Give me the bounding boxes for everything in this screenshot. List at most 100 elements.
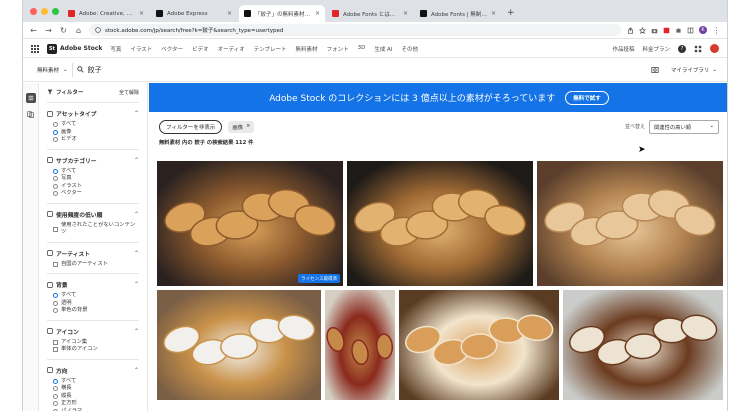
filter-section-header[interactable]: アーティスト ⌃ — [47, 249, 139, 258]
chevron-up-icon[interactable]: ⌃ — [134, 110, 139, 117]
bookmark-star-icon[interactable] — [639, 26, 646, 34]
filter-section-header[interactable]: 使用頻度の低い順 ⌃ — [47, 210, 139, 219]
header-nav-item[interactable]: その他 — [401, 45, 418, 53]
checkbox[interactable] — [53, 347, 58, 353]
filter-section-header[interactable]: アイコン ⌃ — [47, 327, 139, 336]
checkbox[interactable] — [53, 339, 58, 345]
header-nav-item[interactable]: 3D — [358, 45, 366, 53]
header-nav-item[interactable]: ベクター — [161, 45, 183, 53]
filter-option[interactable]: 透明 — [47, 300, 139, 308]
help-icon[interactable]: ? — [678, 44, 686, 53]
filter-option[interactable]: パノラマ — [47, 408, 139, 411]
header-nav-item[interactable]: ビデオ — [192, 45, 209, 53]
checkbox[interactable] — [53, 226, 58, 232]
header-nav-item[interactable]: イラスト — [130, 45, 152, 53]
filter-option[interactable]: イラスト — [47, 183, 139, 191]
radio-button[interactable] — [53, 168, 58, 174]
header-nav-item[interactable]: オーディオ — [218, 45, 245, 53]
stock-photo-gyoza-on-dark-plate[interactable] — [347, 161, 533, 286]
radio-button[interactable] — [53, 176, 58, 182]
puzzle-extensions-icon[interactable] — [675, 27, 682, 34]
radio-button[interactable] — [53, 129, 58, 135]
close-tab-icon[interactable]: × — [227, 10, 232, 17]
free-trial-button[interactable]: 無料で試す — [565, 90, 609, 105]
browser-profile-avatar[interactable]: K — [699, 26, 707, 34]
filter-option[interactable]: 写真 — [47, 175, 139, 183]
radio-button[interactable] — [53, 122, 58, 128]
close-icon[interactable]: × — [246, 123, 250, 131]
search-scope-dropdown[interactable]: 無料素材 ⌄ — [33, 62, 73, 77]
radio-button[interactable] — [53, 393, 58, 399]
chevron-up-icon[interactable]: ⌃ — [134, 211, 139, 218]
visual-search-icon[interactable] — [651, 66, 659, 74]
filter-option[interactable]: すべて — [47, 292, 139, 300]
radio-button[interactable] — [53, 300, 58, 306]
browser-tab[interactable]: 「餃子」の無料素材 - 112 件の × — [239, 5, 325, 22]
header-nav-item[interactable]: テンプレート — [254, 45, 287, 53]
app-switcher-icon[interactable] — [31, 44, 39, 53]
browser-tab[interactable]: Adobe: Creative, marketing and × — [63, 5, 149, 22]
filter-option[interactable]: 縦長 — [47, 393, 139, 401]
camera-extension-icon[interactable] — [651, 27, 658, 34]
stock-photo-gyoza-on-white-plate[interactable] — [157, 290, 321, 400]
stock-photo-gyoza-on-wooden-plate[interactable]: ライセンス取得済 — [157, 161, 343, 286]
back-icon[interactable]: ← — [29, 26, 38, 35]
filter-section-header[interactable]: 方向 ⌃ — [47, 366, 139, 375]
filter-section-header[interactable]: サブカテゴリー ⌃ — [47, 156, 139, 165]
radio-button[interactable] — [53, 191, 58, 197]
stock-photo-gyoza-with-chopsticks-closeup[interactable] — [537, 161, 723, 286]
site-info-icon[interactable] — [95, 27, 101, 33]
license-badge[interactable]: ライセンス取得済 — [298, 274, 340, 283]
header-nav-item[interactable]: 無料素材 — [296, 45, 318, 53]
filter-option[interactable]: アイコン集 — [47, 339, 139, 347]
chevron-up-icon[interactable]: ⌃ — [134, 281, 139, 288]
browser-menu-icon[interactable]: ⋮ — [712, 26, 721, 35]
new-tab-button[interactable]: + — [503, 8, 519, 22]
filter-option[interactable]: すべて — [47, 378, 139, 386]
filter-option[interactable]: 使用されたことがないコンテンツ — [47, 222, 139, 237]
share-icon[interactable] — [627, 26, 634, 34]
apps-grid-icon[interactable] — [694, 45, 702, 53]
chevron-up-icon[interactable]: ⌃ — [134, 250, 139, 257]
radio-button[interactable] — [53, 293, 58, 299]
filter-option[interactable]: 単体のアイコン — [47, 346, 139, 354]
maximize-window-button[interactable] — [52, 8, 59, 15]
adobe-extension-icon[interactable] — [663, 27, 670, 34]
filter-option[interactable]: 横長 — [47, 385, 139, 393]
filter-option[interactable]: すべて — [47, 168, 139, 176]
chevron-up-icon[interactable]: ⌃ — [134, 157, 139, 164]
clear-all-filters-link[interactable]: 全て解除 — [119, 89, 139, 96]
my-library-dropdown[interactable]: マイライブラリ ⌄ — [671, 66, 717, 74]
search-input[interactable]: 餃子 — [76, 65, 647, 75]
active-filter-chip[interactable]: 画像 × — [228, 120, 255, 133]
browser-tab[interactable]: Adobe Fonts | 無制限のフォント × — [415, 5, 501, 22]
library-panel-toggle[interactable] — [26, 109, 36, 119]
chevron-up-icon[interactable]: ⌃ — [134, 367, 139, 374]
reading-list-icon[interactable] — [687, 27, 694, 34]
url-field[interactable]: stock.adobe.com/jp/search/free?k=餃子&sear… — [89, 24, 621, 36]
close-tab-icon[interactable]: × — [139, 10, 144, 17]
radio-button[interactable] — [53, 378, 58, 384]
filter-option[interactable]: 自国のアーティスト — [47, 261, 139, 269]
filter-section-header[interactable]: アセットタイプ ⌃ — [47, 109, 139, 118]
radio-button[interactable] — [53, 137, 58, 143]
contribute-link[interactable]: 作品投稿 — [612, 45, 634, 53]
filter-option[interactable]: すべて — [47, 121, 139, 129]
filter-option[interactable]: 画像 — [47, 129, 139, 137]
hide-filters-button[interactable]: フィルターを非表示 — [159, 119, 223, 134]
checkbox[interactable] — [53, 261, 58, 267]
home-icon[interactable]: ⌂ — [74, 26, 83, 35]
header-nav-item[interactable]: 生成 AI — [374, 45, 392, 53]
filter-section-header[interactable]: 背景 ⌃ — [47, 280, 139, 289]
filter-option[interactable]: 正方形 — [47, 400, 139, 408]
filter-option[interactable]: ベクター — [47, 190, 139, 198]
close-window-button[interactable] — [30, 8, 37, 15]
pricing-link[interactable]: 料金プラン — [642, 45, 670, 53]
close-tab-icon[interactable]: × — [403, 10, 408, 17]
radio-button[interactable] — [53, 308, 58, 314]
radio-button[interactable] — [53, 183, 58, 189]
filter-option[interactable]: 単色の背景 — [47, 307, 139, 315]
chevron-up-icon[interactable]: ⌃ — [134, 328, 139, 335]
browser-tab[interactable]: Adobe Express × — [151, 5, 237, 22]
radio-button[interactable] — [53, 386, 58, 392]
